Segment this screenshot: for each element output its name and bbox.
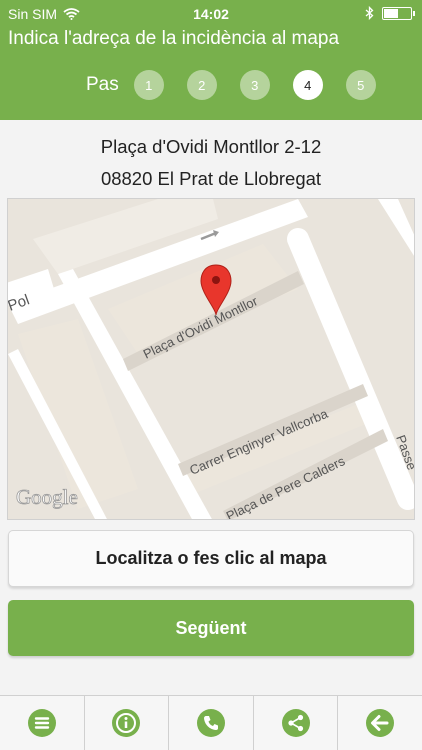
map[interactable]: Plaça d'Ovidi Montllor Carrer Enginyer V… (7, 198, 415, 520)
page-title: Indica l'adreça de la incidència al mapa (8, 28, 340, 49)
step-2: 2 (186, 70, 217, 100)
tab-phone[interactable] (169, 696, 254, 750)
next-button[interactable]: Següent (8, 600, 414, 656)
tab-share[interactable] (254, 696, 339, 750)
status-time: 14:02 (193, 6, 229, 22)
locate-button[interactable]: Localitza o fes clic al mapa (8, 530, 414, 587)
step-indicator: Pas 12345 (86, 70, 399, 100)
phone-icon (196, 709, 225, 737)
share-icon (281, 709, 310, 737)
bluetooth-icon (365, 6, 374, 20)
google-logo: Google (16, 485, 78, 509)
info-icon (112, 709, 141, 737)
step-4: 4 (292, 70, 323, 100)
step-label: Pas (86, 74, 119, 95)
back-arrow-icon (366, 709, 395, 737)
address-line-2: 08820 El Prat de Llobregat (100, 168, 322, 189)
tab-info[interactable] (85, 696, 170, 750)
address-display: Plaça d'Ovidi Montllor 2-12 08820 El Pra… (0, 131, 422, 195)
tab-menu[interactable] (0, 696, 85, 750)
step-3: 3 (239, 70, 270, 100)
address-line-1: Plaça d'Ovidi Montllor 2-12 (100, 136, 322, 157)
map-canvas[interactable]: Plaça d'Ovidi Montllor Carrer Enginyer V… (8, 199, 415, 520)
step-5: 5 (345, 70, 376, 100)
status-right (365, 6, 415, 20)
tab-back[interactable] (338, 696, 422, 750)
battery-icon (382, 6, 415, 20)
menu-icon (27, 709, 56, 737)
status-bar: Sin SIM 14:02 (0, 4, 422, 22)
header: Sin SIM 14:02 Indica l'adreça de la inci… (0, 0, 422, 120)
battery-fill (384, 8, 398, 18)
tab-bar (0, 695, 422, 750)
step-1: 1 (133, 70, 164, 100)
